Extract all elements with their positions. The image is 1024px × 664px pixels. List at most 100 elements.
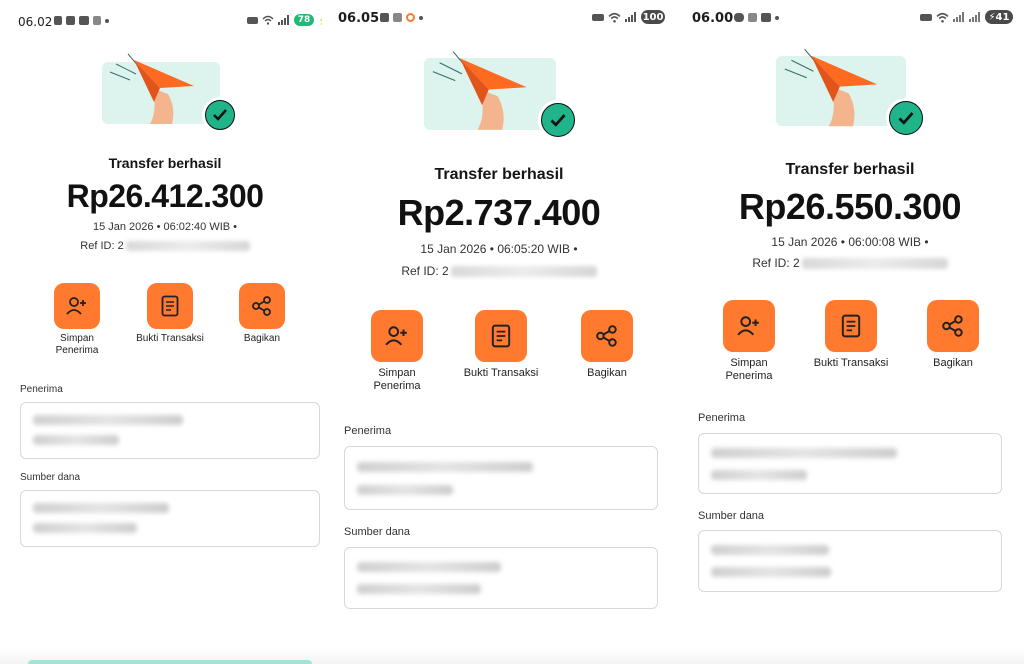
transfer-amount: Rp26.550.300	[738, 186, 962, 227]
source-section-label: Sumber dana	[20, 472, 81, 483]
battery-level: 41	[995, 11, 1010, 23]
screenshot-collage: 06.02 78 ⚡	[0, 0, 1024, 664]
receipt-button[interactable]: Bukti Transaksi	[456, 310, 546, 380]
document-icon	[161, 295, 179, 317]
notification-icon	[406, 13, 415, 22]
document-icon	[491, 324, 511, 348]
source-account-redacted	[357, 584, 481, 594]
mail-icon	[79, 16, 89, 25]
reference-id: Ref ID: 2	[0, 240, 330, 252]
save-recipient-button[interactable]: Simpan Penerima	[714, 300, 784, 382]
source-name-redacted	[711, 545, 829, 555]
battery-indicator: 78	[294, 14, 314, 26]
more-dot-icon	[775, 15, 779, 20]
success-illustration	[776, 44, 932, 138]
receipt-button[interactable]: Bukti Transaksi	[806, 300, 896, 370]
share-icon	[252, 296, 271, 316]
signal-icon	[953, 12, 964, 22]
transfer-status-title: Transfer berhasil	[434, 166, 564, 183]
cloud-icon	[734, 13, 744, 22]
recipient-name-redacted	[711, 448, 897, 458]
reference-id-redacted	[125, 241, 250, 252]
source-account-redacted	[711, 567, 831, 577]
source-card	[344, 547, 658, 609]
transfer-status-title: Transfer berhasil	[108, 155, 222, 171]
notification-icons	[380, 13, 423, 22]
notification-icon	[761, 13, 771, 22]
share-label: Bagikan	[933, 357, 973, 369]
recipient-account-redacted	[33, 435, 119, 445]
phone-screen-1: 06.02 78 ⚡	[0, 0, 330, 664]
battery-indicator: 100	[641, 10, 665, 24]
source-section-label: Sumber dana	[344, 526, 411, 538]
reference-id-label: Ref ID: 2	[401, 264, 449, 278]
share-label: Bagikan	[243, 333, 281, 344]
system-icons: 78 ⚡	[247, 14, 329, 26]
check-icon	[538, 100, 578, 140]
recipient-section-label: Penerima	[20, 384, 63, 395]
source-section-label: Sumber dana	[698, 510, 765, 522]
status-bar: 06.00 ⚡ 41	[676, 0, 1024, 40]
action-bar: Simpan Penerima Bukti Transaksi Bagikan	[0, 283, 330, 363]
link-icon	[592, 13, 604, 21]
link-icon	[920, 13, 932, 21]
more-dot-icon	[419, 15, 423, 20]
share-button[interactable]: Bagikan	[572, 310, 642, 380]
source-name-redacted	[357, 562, 501, 572]
recipient-card	[698, 433, 1002, 494]
notification-icon	[380, 13, 389, 22]
status-time: 06.02	[18, 15, 53, 29]
signal-icon	[625, 12, 636, 22]
recipient-card	[344, 446, 658, 510]
source-name-redacted	[33, 503, 169, 513]
battery-indicator: ⚡ 41	[985, 10, 1013, 24]
receipt-label: Bukti Transaksi	[813, 357, 889, 369]
signal-icon	[969, 12, 980, 22]
signal-icon	[278, 15, 289, 25]
transfer-datetime: 15 Jan 2026 • 06:00:08 WIB •	[771, 235, 929, 249]
more-dot-icon	[105, 18, 109, 23]
recipient-section-label: Penerima	[698, 412, 746, 424]
share-button[interactable]: Bagikan	[918, 300, 988, 370]
check-icon	[886, 98, 926, 138]
recipient-account-redacted	[357, 485, 453, 495]
receipt-button[interactable]: Bukti Transaksi	[130, 283, 210, 345]
reference-id-redacted	[450, 266, 597, 278]
bottom-button-edge[interactable]	[28, 660, 312, 664]
system-icons: ⚡ 41	[920, 10, 1013, 24]
success-illustration	[102, 50, 242, 134]
source-card	[698, 530, 1002, 592]
share-label: Bagikan	[587, 367, 627, 379]
phone-screen-3: 06.00 ⚡ 41 Transfer berhasil Rp26.550.30…	[676, 0, 1024, 664]
bottom-bar	[676, 648, 1024, 664]
save-recipient-button[interactable]: Simpan Penerima	[362, 310, 432, 392]
transfer-datetime: 15 Jan 2026 • 06:02:40 WIB •	[92, 221, 238, 233]
notification-icon	[393, 13, 402, 22]
save-recipient-button[interactable]: Simpan Penerima	[44, 283, 110, 356]
wifi-icon	[262, 15, 274, 25]
save-recipient-label: Simpan Penerima	[725, 357, 773, 382]
status-bar: 06.05 100	[322, 0, 676, 40]
recipient-name-redacted	[33, 415, 183, 425]
check-icon	[202, 97, 238, 133]
notification-icon	[93, 16, 101, 25]
recipient-name-redacted	[357, 462, 533, 472]
action-bar: Simpan Penerima Bukti Transaksi Bagikan	[676, 300, 1024, 390]
notification-icon	[54, 16, 62, 25]
success-illustration	[424, 46, 584, 142]
phone-screen-2: 06.05 100 Transfer berhasil Rp2.737.400 …	[322, 0, 676, 664]
share-button[interactable]: Bagikan	[232, 283, 292, 345]
paper-plane-icon	[432, 51, 527, 130]
action-bar: Simpan Penerima Bukti Transaksi Bagikan	[322, 310, 676, 400]
transfer-datetime: 15 Jan 2026 • 06:05:20 WIB •	[420, 242, 578, 256]
wifi-icon	[608, 12, 621, 23]
receipt-label: Bukti Transaksi	[463, 367, 539, 379]
status-time: 06.00	[692, 11, 734, 26]
source-account-redacted	[33, 523, 137, 533]
receipt-label: Bukti Transaksi	[136, 333, 204, 344]
add-user-icon	[385, 326, 407, 346]
reference-id-label: Ref ID: 2	[80, 240, 124, 252]
source-card	[20, 490, 320, 547]
notification-icon	[748, 13, 757, 22]
recipient-card	[20, 402, 320, 459]
